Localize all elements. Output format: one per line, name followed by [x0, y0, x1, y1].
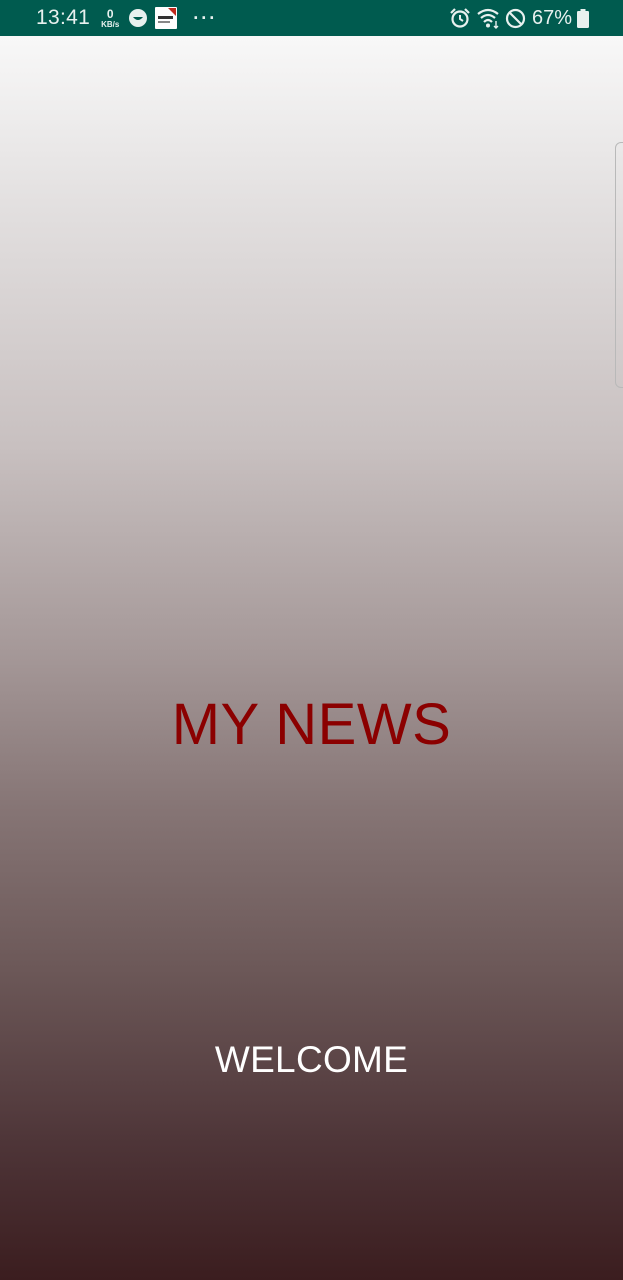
more-notifications-icon: ··· — [193, 7, 218, 28]
wifi-icon — [477, 7, 501, 29]
network-speed-value: 0 — [106, 6, 114, 21]
battery-icon — [577, 8, 589, 28]
edge-panel-handle[interactable] — [615, 142, 623, 388]
status-time: 13:41 — [36, 6, 91, 29]
app-title: MY NEWS — [171, 692, 452, 757]
splash-screen: MY NEWS WELCOME — [0, 36, 623, 1280]
alarm-icon — [449, 7, 471, 29]
smile-icon — [128, 8, 148, 28]
status-left: 13:41 0 KB/s ··· — [36, 6, 217, 30]
do-not-disturb-icon — [505, 8, 526, 29]
status-right: 67% — [449, 7, 589, 30]
network-speed: 0 KB/s — [101, 8, 119, 29]
network-speed-unit: KB/s — [101, 19, 120, 29]
welcome-text: WELCOME — [214, 1039, 409, 1080]
battery-percent: 67% — [531, 6, 572, 29]
app-thumbnail-icon — [155, 7, 178, 29]
status-bar: 13:41 0 KB/s ··· 67% — [0, 0, 623, 36]
